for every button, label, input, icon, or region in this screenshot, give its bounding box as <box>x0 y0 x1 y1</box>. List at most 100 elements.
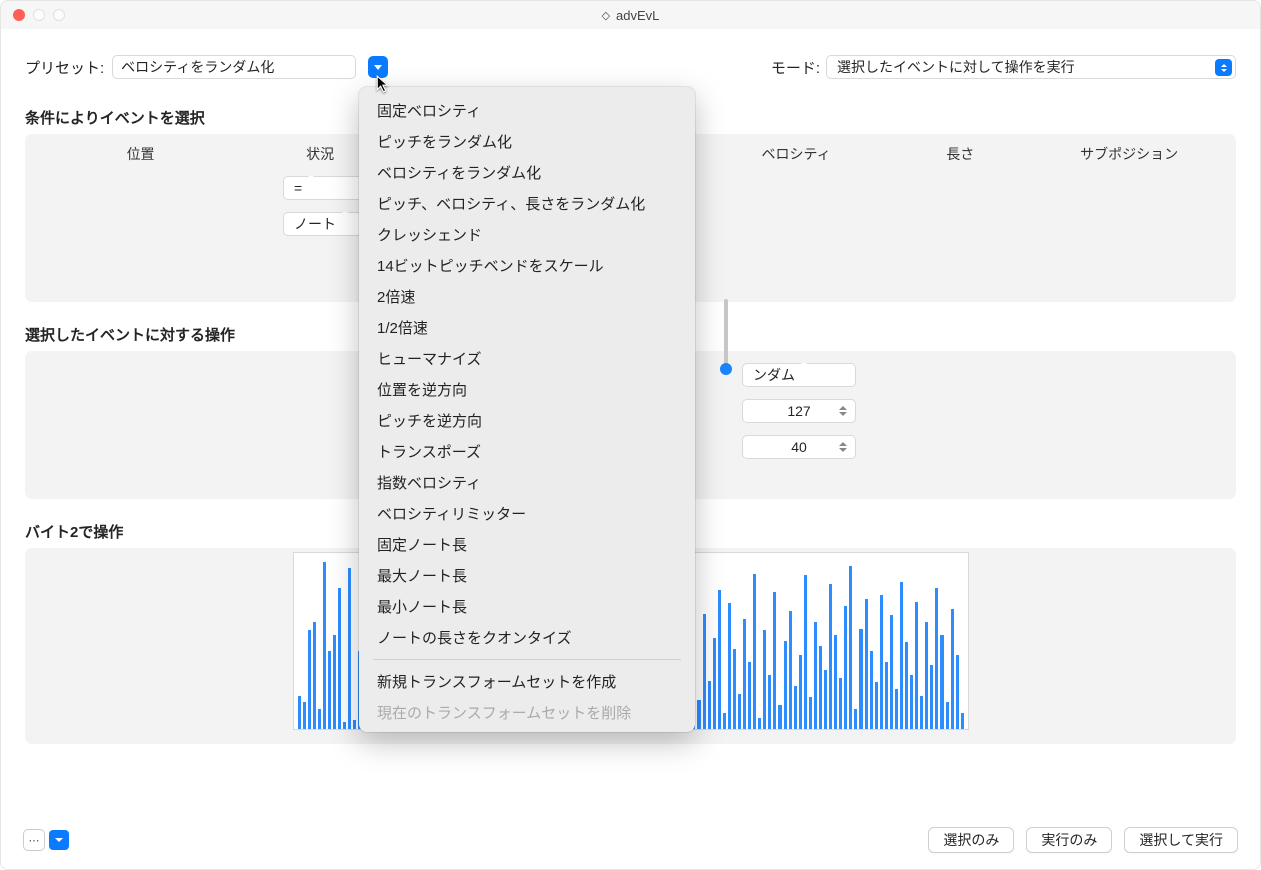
more-menu-chevron[interactable] <box>49 830 69 850</box>
chart-bar <box>829 584 832 729</box>
operation-value-max[interactable]: 127 <box>742 399 856 423</box>
chart-bar <box>333 635 336 729</box>
chart-bar <box>814 622 817 729</box>
menu-item[interactable]: 2倍速 <box>359 281 695 312</box>
zoom-window-icon[interactable] <box>53 9 65 21</box>
mode-select[interactable]: 選択したイベントに対して操作を実行 <box>826 55 1236 79</box>
preset-name-input[interactable]: ベロシティをランダム化 <box>112 55 356 79</box>
chart-bar <box>318 709 321 729</box>
chart-bar <box>946 702 949 729</box>
chart-bar <box>930 665 933 729</box>
menu-item[interactable]: ヒューマナイズ <box>359 343 695 374</box>
chart-bar <box>824 670 827 729</box>
chart-bar <box>728 603 731 729</box>
chart-bar <box>834 635 837 729</box>
menu-item[interactable]: トランスポーズ <box>359 436 695 467</box>
operation-value-min[interactable]: 40 <box>742 435 856 459</box>
menu-item[interactable]: 位置を逆方向 <box>359 374 695 405</box>
chart-bar <box>865 599 868 729</box>
chart-bar <box>703 614 706 729</box>
menu-item[interactable]: ピッチ、ベロシティ、長さをランダム化 <box>359 188 695 219</box>
chart-bar <box>733 649 736 729</box>
menu-item[interactable]: ノートの長さをクオンタイズ <box>359 622 695 653</box>
chart-bar <box>794 686 797 729</box>
menu-item-new[interactable]: 新規トランスフォームセットを作成 <box>359 666 695 697</box>
chart-bar <box>849 566 852 729</box>
slider-knob-icon[interactable] <box>720 363 732 375</box>
chart-bar <box>804 575 807 729</box>
chart-bar <box>338 588 341 729</box>
mode-label: モード: <box>771 57 820 78</box>
chart-bar <box>343 722 346 729</box>
operation-mode-select[interactable]: ンダム <box>742 363 856 387</box>
menu-item[interactable]: クレッシェンド <box>359 219 695 250</box>
stepper-icon[interactable] <box>835 403 851 419</box>
chart-bar <box>870 651 873 729</box>
chart-bar <box>773 592 776 729</box>
menu-item[interactable]: ベロシティリミッター <box>359 498 695 529</box>
chart-bar <box>935 588 938 729</box>
chart-bar <box>880 595 883 729</box>
divider-slider[interactable] <box>719 299 733 379</box>
menu-item-delete: 現在のトランスフォームセットを削除 <box>359 697 695 728</box>
chart-bar <box>778 705 781 729</box>
preset-menu: 固定ベロシティピッチをランダム化ベロシティをランダム化ピッチ、ベロシティ、長さを… <box>359 87 695 732</box>
select-and-run-button[interactable]: 選択して実行 <box>1124 827 1238 853</box>
menu-item[interactable]: ピッチを逆方向 <box>359 405 695 436</box>
chart-bar <box>799 655 802 729</box>
chart-bar <box>308 630 311 729</box>
chart-bar <box>348 568 351 729</box>
chevron-updown-icon <box>1215 59 1232 76</box>
chart-bar <box>298 696 301 729</box>
header-length: 長さ <box>878 144 1042 164</box>
minimize-window-icon[interactable] <box>33 9 45 21</box>
chart-bar <box>758 718 761 729</box>
header-subposition: サブポジション <box>1042 144 1216 164</box>
menu-item[interactable]: 14ビットピッチベンドをスケール <box>359 250 695 281</box>
chart-bar <box>910 675 913 729</box>
chart-bar <box>743 619 746 729</box>
chart-bar <box>313 622 316 729</box>
chart-bar <box>784 641 787 729</box>
chart-bar <box>763 630 766 729</box>
menu-item[interactable]: 最大ノート長 <box>359 560 695 591</box>
menu-item[interactable]: 固定ノート長 <box>359 529 695 560</box>
chart-bar <box>961 713 964 729</box>
menu-item[interactable]: 固定ベロシティ <box>359 95 695 126</box>
menu-item[interactable]: ピッチをランダム化 <box>359 126 695 157</box>
preset-menu-button[interactable] <box>368 56 388 78</box>
chevron-updown-icon <box>302 179 320 197</box>
chart-bar <box>915 602 918 729</box>
chart-bar <box>900 582 903 729</box>
more-options-button[interactable]: ⋯ <box>23 829 45 851</box>
select-only-button[interactable]: 選択のみ <box>928 827 1014 853</box>
chart-bar <box>303 702 306 729</box>
header-velocity: ベロシティ <box>714 144 878 164</box>
chart-bar <box>718 590 721 729</box>
chart-bar <box>940 635 943 729</box>
menu-item[interactable]: ベロシティをランダム化 <box>359 157 695 188</box>
menu-item[interactable]: 1/2倍速 <box>359 312 695 343</box>
menu-item[interactable]: 最小ノート長 <box>359 591 695 622</box>
chart-bar <box>713 638 716 729</box>
run-only-button[interactable]: 実行のみ <box>1026 827 1112 853</box>
chart-bar <box>753 574 756 729</box>
chart-bar <box>839 678 842 729</box>
chart-bar <box>723 713 726 729</box>
chart-bar <box>819 646 822 729</box>
chart-bar <box>768 675 771 729</box>
chart-bar <box>323 562 326 729</box>
chart-bar <box>875 682 878 729</box>
close-window-icon[interactable] <box>13 9 25 21</box>
chart-bar <box>890 615 893 729</box>
chart-bar <box>956 655 959 729</box>
stepper-icon[interactable] <box>835 439 851 455</box>
header-position: 位置 <box>45 144 236 164</box>
titlebar: ◇ advEvL <box>1 1 1260 29</box>
chart-bar <box>748 662 751 729</box>
menu-item[interactable]: 指数ベロシティ <box>359 467 695 498</box>
chevron-updown-icon <box>795 366 813 384</box>
chart-bar <box>854 709 857 729</box>
window-proxy-icon: ◇ <box>602 9 610 22</box>
chart-bar <box>925 622 928 729</box>
